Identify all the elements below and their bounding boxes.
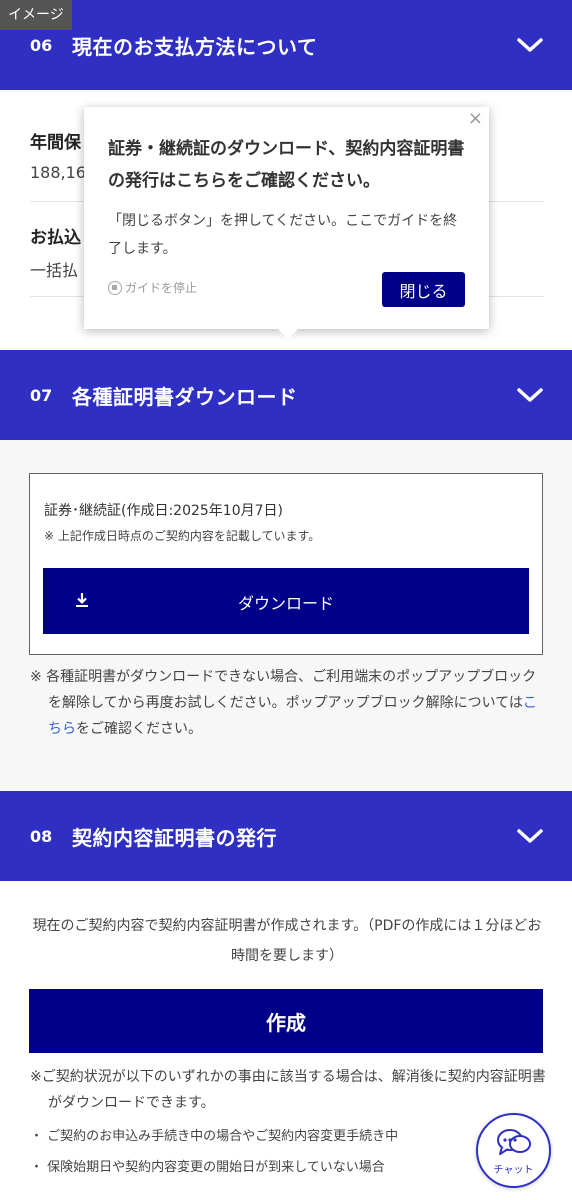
download-label: ダウンロード: [237, 594, 334, 613]
section-07-header[interactable]: 07 各種証明書ダウンロード: [0, 350, 572, 440]
list-item: ・ ご契約のお申込み手続き中の場合やご契約内容変更手続き中: [30, 1129, 399, 1144]
create-button[interactable]: 作成: [29, 989, 543, 1053]
popover-title: 証券・継続証のダウンロード、契約内容証明書の発行はこちらをご確認ください。: [108, 139, 465, 191]
stop-guide-link[interactable]: ガイドを停止: [108, 279, 197, 296]
note-text: をご確認ください。: [76, 721, 202, 737]
annual-premium-label: 年間保: [30, 133, 81, 153]
chat-bubble-icon: [497, 1129, 531, 1155]
section-title: 現在のお支払方法について: [72, 34, 318, 59]
section-number: 06: [30, 35, 53, 55]
certificate-note: ※ 上記作成日時点のご契約内容を記載しています。: [44, 529, 321, 543]
section-number: 07: [30, 385, 53, 405]
issue-description: 現在のご契約内容で契約内容証明書が作成されます。（PDFの作成には１分ほどお時間…: [32, 918, 542, 964]
stop-icon: [108, 280, 122, 295]
payment-method-value: 一括払: [30, 261, 79, 280]
chevron-down-icon[interactable]: [516, 822, 544, 850]
section-number: 08: [30, 826, 53, 846]
popover-description: 「閉じるボタン」を押してください。ここでガイドを終了します。: [108, 213, 458, 257]
payment-method-label: お払込: [30, 228, 81, 248]
certificate-title: 証券･継続証(作成日:2025年10月7日): [44, 503, 283, 519]
chat-button[interactable]: チャット: [476, 1113, 551, 1188]
issue-note: ※ご契約状況が以下のいずれかの事由に該当する場合は、解消後に契約内容証明書がダウ…: [30, 1069, 546, 1111]
section-06-header[interactable]: 06 現在のお支払方法について: [0, 0, 572, 90]
chat-label: チャット: [493, 1165, 534, 1176]
chevron-down-icon[interactable]: [516, 31, 544, 59]
section-08-header[interactable]: 08 契約内容証明書の発行: [0, 791, 572, 881]
section-title: 各種証明書ダウンロード: [72, 384, 298, 409]
guide-popover: × 証券・継続証のダウンロード、契約内容証明書の発行はこちらをご確認ください。 …: [84, 107, 489, 339]
close-guide-button[interactable]: 閉じる: [382, 272, 465, 307]
section-title: 契約内容証明書の発行: [72, 825, 277, 850]
list-item: ・ 保険始期日や契約内容変更の開始日が到来していない場合: [30, 1160, 385, 1175]
download-button[interactable]: ダウンロード: [43, 568, 529, 634]
annual-premium-value: 188,16: [30, 163, 86, 182]
close-icon[interactable]: ×: [468, 109, 483, 129]
note-text: ※ 各種証明書がダウンロードできない場合、ご利用端末のポップアップブロックを解除…: [30, 669, 537, 711]
chevron-down-icon[interactable]: [516, 381, 544, 409]
certificate-card: 証券･継続証(作成日:2025年10月7日) ※ 上記作成日時点のご契約内容を記…: [29, 473, 543, 655]
stop-guide-label: ガイドを停止: [125, 281, 198, 295]
popup-block-note: ※ 各種証明書がダウンロードできない場合、ご利用端末のポップアップブロックを解除…: [30, 664, 550, 742]
image-badge: イメージ: [0, 0, 72, 30]
